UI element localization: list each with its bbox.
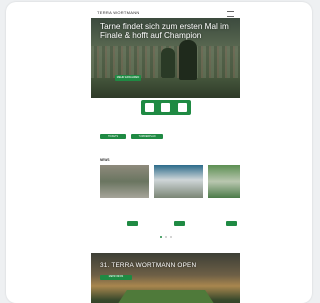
- news-card[interactable]: [100, 165, 149, 230]
- news-section-title: NEWS: [100, 158, 110, 162]
- hero-cta-button[interactable]: MEHR ERFAHREN: [115, 75, 141, 81]
- promo-court-image: [113, 289, 219, 303]
- promo-button[interactable]: MEHR INFOS: [100, 275, 132, 280]
- schedule-button[interactable]: TURNIERPLAN: [131, 134, 163, 139]
- hero-player-image: [179, 40, 197, 80]
- hero-title: Tarne findet sich zum ersten Mal im Fina…: [100, 22, 229, 40]
- news-card[interactable]: [208, 165, 240, 230]
- countdown-cell: [144, 103, 154, 112]
- hero-banner: Tarne findet sich zum ersten Mal im Fina…: [91, 18, 240, 98]
- news-card[interactable]: [154, 165, 203, 230]
- site-logo[interactable]: TERRA WORTMANN: [97, 10, 140, 15]
- news-card-image: [154, 165, 203, 198]
- tickets-button[interactable]: TICKETS: [100, 134, 126, 139]
- mobile-page: TERRA WORTMANN Tarne findet sich zum ers…: [91, 8, 240, 303]
- carousel-dot[interactable]: [165, 236, 167, 238]
- top-nav: TERRA WORTMANN: [91, 8, 240, 18]
- promo-title: 31. TERRA WORTMANN OPEN: [100, 262, 197, 269]
- countdown-cell: [178, 103, 188, 112]
- news-card-more-button[interactable]: [127, 221, 138, 226]
- carousel-dot[interactable]: [160, 236, 162, 238]
- hero-player-image: [161, 48, 175, 78]
- carousel-dots: [151, 236, 181, 239]
- news-card-more-button[interactable]: [226, 221, 237, 226]
- carousel-dot[interactable]: [170, 236, 172, 238]
- countdown-widget: [141, 100, 191, 115]
- news-card-image: [100, 165, 149, 198]
- tournament-promo-banner: 31. TERRA WORTMANN OPEN MEHR INFOS: [91, 253, 240, 303]
- news-card-more-button[interactable]: [174, 221, 185, 226]
- menu-icon[interactable]: [227, 11, 234, 17]
- countdown-cell: [161, 103, 171, 112]
- news-card-image: [208, 165, 240, 198]
